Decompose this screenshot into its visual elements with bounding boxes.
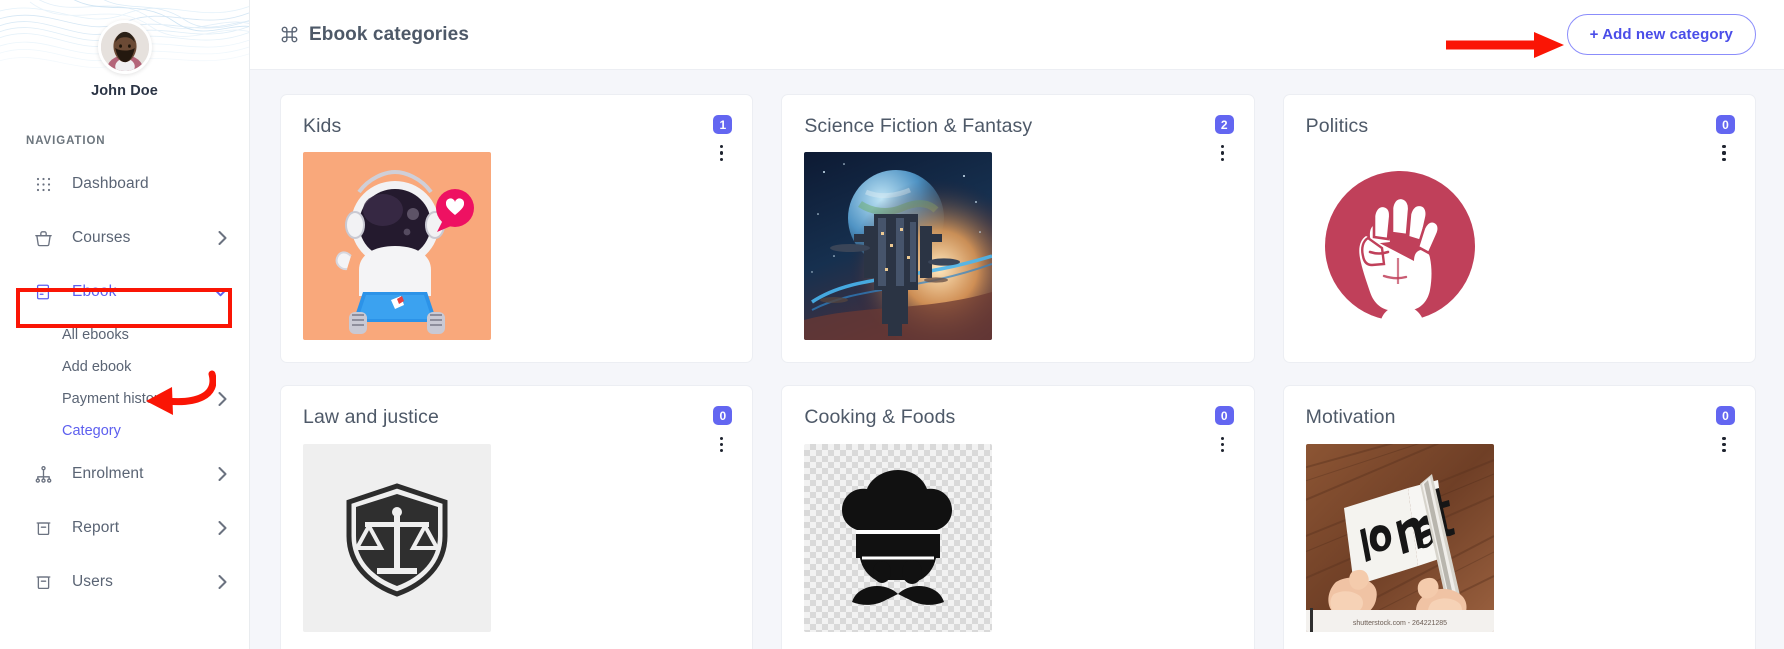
nav-section-title: NAVIGATION <box>26 135 106 147</box>
category-card[interactable]: Cooking & Foods 0 <box>781 385 1255 649</box>
chevron-down-icon <box>214 288 227 297</box>
category-thumbnail <box>303 443 491 632</box>
category-card[interactable]: Motivation 0 shutterstock.com - 26422128… <box>1282 385 1756 649</box>
sidebar-subitem-label: Category <box>62 423 121 439</box>
raised-fist-circle-icon <box>1305 152 1494 341</box>
category-card[interactable]: Law and justice 0 <box>280 385 754 649</box>
sidebar-subitem-label: All ebooks <box>62 327 129 343</box>
main-content: Ebook categories + Add new category Kids… <box>250 0 1784 649</box>
category-title: Kids <box>303 115 342 137</box>
sidebar-item-enrolment[interactable]: Enrolment <box>0 447 249 501</box>
book-document-icon <box>32 281 54 303</box>
user-avatar-icon <box>100 23 149 71</box>
sidebar-item-label: Enrolment <box>72 465 144 482</box>
category-card[interactable]: Science Fiction & Fantasy 2 <box>781 94 1255 364</box>
sidebar-item-courses[interactable]: Courses <box>0 211 249 265</box>
category-thumbnail <box>804 443 993 632</box>
sidebar-item-label: Report <box>72 519 120 536</box>
grid-dots-icon <box>32 173 54 195</box>
sidebar-subitem-label: Payment history <box>62 391 166 407</box>
card-header: Politics <box>1306 115 1733 138</box>
sidebar-item-label: Courses <box>72 229 131 246</box>
category-thumbnail <box>1305 152 1494 341</box>
sidebar-item-report[interactable]: Report <box>0 501 249 555</box>
category-thumbnail <box>804 152 993 341</box>
chevron-right-icon <box>218 467 227 481</box>
app-root: John Doe NAVIGATION Dashboard Courses Eb… <box>0 0 1784 649</box>
i-cant-cut-to-i-can-photo: shutterstock.com - 264221285 <box>1305 443 1494 632</box>
category-count-badge: 0 <box>713 406 733 426</box>
chef-hat-mustache-icon <box>842 469 953 605</box>
category-thumbnail: shutterstock.com - 264221285 <box>1305 443 1494 632</box>
category-count-badge: 0 <box>1716 115 1735 134</box>
sidebar-item-label: Dashboard <box>72 175 149 192</box>
space-station-planet-artwork <box>804 152 993 341</box>
category-card[interactable]: Kids 1 <box>280 94 754 364</box>
category-card[interactable]: Politics 0 <box>1282 94 1756 364</box>
card-menu-kebab-icon[interactable] <box>714 143 728 163</box>
avatar[interactable] <box>97 20 152 74</box>
category-count-badge: 1 <box>713 115 733 134</box>
sidebar-subitem-all-ebooks[interactable]: All ebooks <box>0 319 249 351</box>
category-title: Politics <box>1305 115 1369 137</box>
nav-list-lower: Enrolment Report Users <box>0 447 249 609</box>
chevron-right-icon <box>218 231 227 245</box>
annotation-arrow-to-add-button <box>1446 32 1564 58</box>
nav-list: Dashboard Courses Ebook <box>0 157 249 319</box>
sidebar-item-ebook[interactable]: Ebook <box>0 265 249 319</box>
sidebar: John Doe NAVIGATION Dashboard Courses Eb… <box>0 0 250 649</box>
profile-name: John Doe <box>91 83 158 99</box>
sidebar-subitem-add-ebook[interactable]: Add ebook <box>0 351 249 383</box>
category-thumbnail <box>303 152 491 341</box>
card-header: Law and justice <box>303 406 730 429</box>
basket-icon <box>32 227 54 249</box>
category-title: Cooking & Foods <box>804 406 956 429</box>
command-grid-icon <box>280 25 299 44</box>
categories-content: Kids 1 Science Fiction & Fantasy 2 Polit… <box>250 70 1784 649</box>
archive-box-icon <box>32 517 54 539</box>
sidebar-item-users[interactable]: Users <box>0 555 249 609</box>
category-count-badge: 0 <box>1214 406 1234 426</box>
sidebar-subitem-category[interactable]: Category <box>0 415 249 447</box>
card-header: Cooking & Foods <box>804 406 1231 429</box>
image-watermark: shutterstock.com - 264221285 <box>1353 620 1447 627</box>
astronaut-with-laptop-illustration <box>303 152 491 341</box>
chevron-right-icon <box>218 521 227 535</box>
sidebar-subitem-payment-history[interactable]: Payment history <box>0 383 249 415</box>
chevron-right-icon <box>218 575 227 589</box>
card-header: Kids <box>303 115 730 138</box>
sidebar-item-dashboard[interactable]: Dashboard <box>0 157 249 211</box>
ebook-submenu: All ebooks Add ebook Payment history Cat… <box>0 319 249 447</box>
archive-box-icon <box>32 571 54 593</box>
scales-of-justice-shield-icon <box>303 443 491 632</box>
card-menu-kebab-icon[interactable] <box>1216 143 1230 163</box>
category-title: Motivation <box>1305 406 1396 429</box>
topbar: Ebook categories + Add new category <box>250 0 1784 70</box>
sidebar-item-label: Ebook <box>72 283 117 300</box>
category-title: Science Fiction & Fantasy <box>804 115 1033 137</box>
card-menu-kebab-icon[interactable] <box>1717 434 1731 454</box>
profile-block: John Doe <box>0 0 249 99</box>
card-menu-kebab-icon[interactable] <box>714 434 728 454</box>
sidebar-item-label: Users <box>72 573 113 590</box>
card-header: Motivation <box>1306 406 1733 429</box>
card-menu-kebab-icon[interactable] <box>1717 143 1731 163</box>
card-menu-kebab-icon[interactable] <box>1216 434 1230 454</box>
category-count-badge: 0 <box>1716 406 1735 426</box>
sidebar-subitem-label: Add ebook <box>62 359 132 375</box>
category-count-badge: 2 <box>1214 115 1234 134</box>
page-title: Ebook categories <box>309 23 469 45</box>
category-title: Law and justice <box>303 406 439 429</box>
page-title-wrap: Ebook categories <box>280 24 469 46</box>
chevron-right-icon <box>218 392 227 406</box>
hierarchy-icon <box>32 463 54 485</box>
topbar-right: + Add new category <box>1446 14 1756 58</box>
add-new-category-button[interactable]: + Add new category <box>1566 14 1756 55</box>
categories-grid: Kids 1 Science Fiction & Fantasy 2 Polit… <box>280 94 1756 649</box>
card-header: Science Fiction & Fantasy <box>804 115 1231 138</box>
